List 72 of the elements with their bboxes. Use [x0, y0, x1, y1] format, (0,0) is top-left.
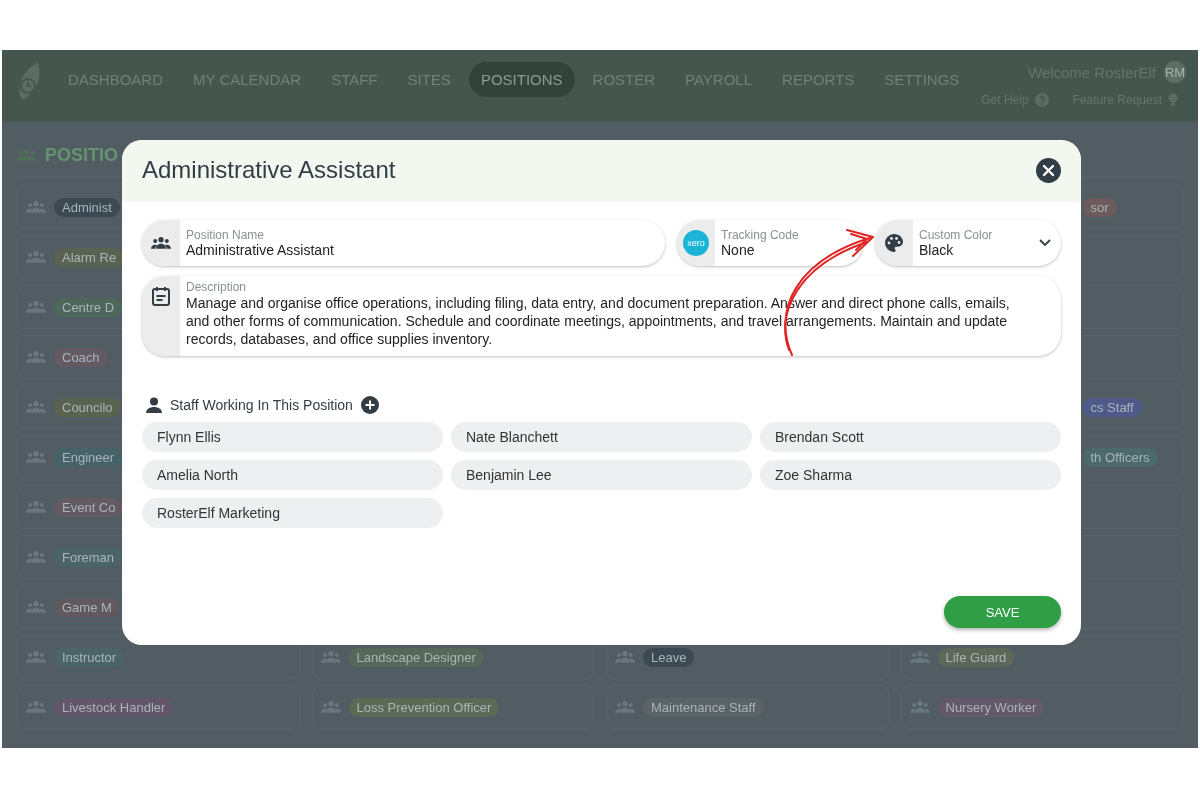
- staff-chip[interactable]: Brendan Scott: [760, 422, 1061, 452]
- logo-text: xero: [687, 238, 705, 248]
- input-field[interactable]: Position Name Administrative Assistant: [142, 220, 665, 266]
- staff-chip[interactable]: Benjamin Lee: [451, 460, 752, 490]
- position-tag[interactable]: Leave: [643, 647, 695, 667]
- position-tag[interactable]: Loss Prevention Officer: [348, 697, 500, 717]
- nav-tab[interactable]: POSITIONS: [468, 62, 575, 97]
- position-tag[interactable]: Livestock Handler: [54, 697, 174, 717]
- staff-chip[interactable]: Flynn Ellis: [142, 422, 443, 452]
- people-icon: [615, 650, 635, 664]
- position-tag[interactable]: Event Co: [54, 497, 124, 517]
- people-icon: [320, 650, 341, 664]
- staff-chip[interactable]: Amelia North: [142, 460, 443, 490]
- position-tag[interactable]: Councilo: [54, 397, 121, 417]
- plus-icon: [360, 396, 379, 414]
- document-icon: [152, 286, 170, 306]
- people-icon: [26, 400, 46, 414]
- color-select[interactable]: Custom Color Black: [875, 220, 1061, 266]
- position-tag[interactable]: Landscape Designer: [348, 647, 484, 667]
- people-icon: [26, 600, 46, 614]
- position-tag[interactable]: Engineer: [54, 447, 123, 467]
- position-tag[interactable]: Foreman: [54, 547, 123, 567]
- position-tag[interactable]: Game M: [54, 597, 120, 617]
- user-avatar[interactable]: RM: [1164, 61, 1186, 83]
- people-icon: [909, 700, 930, 714]
- people-icon: [151, 236, 171, 250]
- people-icon: [26, 300, 46, 314]
- close-button[interactable]: [1036, 157, 1061, 183]
- close-icon: [1036, 157, 1061, 183]
- position-tag[interactable]: Centre D: [54, 297, 123, 317]
- field-value: Administrative Assistant: [186, 242, 335, 258]
- page-title: POSITIO: [45, 144, 118, 166]
- field-label: Tracking Code: [721, 228, 800, 242]
- position-tag[interactable]: Alarm Re: [54, 247, 125, 267]
- field-label: Description: [186, 280, 248, 294]
- people-icon: [615, 700, 635, 714]
- input-field[interactable]: xero Tracking Code None: [677, 220, 863, 266]
- people-icon: [26, 350, 46, 364]
- position-tag[interactable]: Instructor: [54, 647, 125, 667]
- staff-chip[interactable]: Zoe Sharma: [760, 460, 1061, 490]
- people-icon: [26, 450, 46, 464]
- field-label: Position Name: [186, 228, 266, 242]
- field-label: Custom Color: [919, 228, 994, 242]
- position-tag[interactable]: Life Guard: [937, 647, 1015, 667]
- position-tag[interactable]: Maintenance Staff: [643, 697, 764, 717]
- modal-title: Administrative Assistant: [142, 156, 396, 184]
- field-value: Black: [919, 242, 955, 258]
- save-button[interactable]: SAVE: [944, 596, 1061, 628]
- people-icon: [909, 650, 930, 664]
- people-icon: [26, 700, 46, 714]
- position-tag[interactable]: Coach: [54, 347, 108, 367]
- section-heading: Staff Working In This Position: [170, 397, 353, 413]
- person-icon: [146, 397, 162, 413]
- people-icon: [26, 650, 46, 664]
- chevron-down-icon: [1039, 239, 1051, 247]
- staff-chip[interactable]: RosterElf Marketing: [142, 498, 443, 528]
- field-value: None: [721, 242, 756, 258]
- people-icon: [26, 550, 46, 564]
- people-icon: [320, 700, 341, 714]
- staff-chip[interactable]: Nate Blanchett: [451, 422, 752, 452]
- position-tag[interactable]: th Officers: [1082, 447, 1158, 467]
- position-tag[interactable]: cs Staff: [1082, 397, 1142, 417]
- palette-icon: [885, 234, 903, 252]
- people-icon: [26, 200, 46, 214]
- position-tag[interactable]: sor: [1082, 197, 1117, 217]
- help-icon: [1034, 93, 1049, 107]
- add-staff-button[interactable]: [360, 396, 379, 414]
- people-icon: [26, 500, 46, 514]
- people-icon: [26, 250, 46, 264]
- position-tag[interactable]: Nursery Worker: [937, 697, 1045, 717]
- position-tag[interactable]: Administ: [54, 197, 120, 217]
- lightbulb-icon: [1168, 93, 1178, 107]
